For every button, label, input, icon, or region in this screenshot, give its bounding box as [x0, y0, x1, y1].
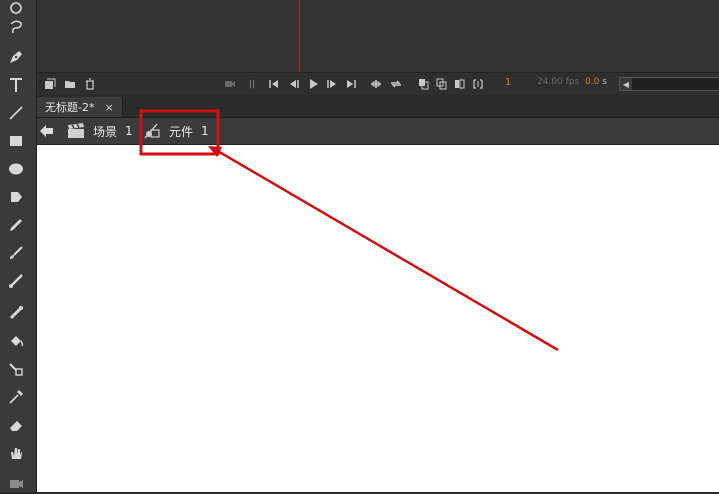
document-tab-title: 无标题-2*: [45, 101, 95, 114]
text-tool-icon[interactable]: [4, 74, 28, 96]
breadcrumb-symbol[interactable]: 元件 1: [143, 118, 209, 144]
playhead[interactable]: [299, 0, 300, 72]
new-folder-icon[interactable]: [63, 76, 77, 92]
loop-icon[interactable]: [389, 76, 403, 92]
camera-tool-icon[interactable]: [4, 472, 28, 494]
current-frame-readout[interactable]: 1: [505, 77, 511, 88]
modify-markers-icon[interactable]: [471, 76, 485, 92]
previous-frame-icon[interactable]: [287, 76, 301, 92]
oval-tool-icon[interactable]: [4, 158, 28, 180]
camera-icon[interactable]: [223, 76, 237, 92]
onion-outlines-icon[interactable]: [435, 76, 449, 92]
breadcrumb-scene[interactable]: 场景 1: [67, 118, 133, 144]
stage-canvas[interactable]: [37, 145, 719, 492]
polystar-tool-icon[interactable]: [4, 186, 28, 208]
width-tool-icon[interactable]: [4, 358, 28, 380]
frame-rate-readout[interactable]: 24.00 fps: [537, 77, 579, 87]
onion-skin-icon[interactable]: [417, 76, 431, 92]
eyedropper-tool-icon[interactable]: [4, 386, 28, 408]
graphic-symbol-icon: [144, 123, 160, 139]
timeline-controls: 1 24.00 fps 0.0 s ◀: [37, 72, 719, 96]
tools-panel: [0, 0, 37, 492]
line-tool-icon[interactable]: [4, 102, 28, 124]
timeline-horizontal-scrollbar[interactable]: ◀: [619, 77, 719, 91]
panel-divider-icon: [247, 76, 257, 92]
new-layer-icon[interactable]: [43, 76, 57, 92]
pencil-tool-icon[interactable]: [4, 214, 28, 236]
paint-bucket-tool-icon[interactable]: [4, 330, 28, 352]
play-icon[interactable]: [306, 76, 320, 92]
document-tab[interactable]: 无标题-2* ×: [37, 97, 123, 117]
next-frame-icon[interactable]: [325, 76, 339, 92]
document-tab-bar: 无标题-2* ×: [37, 95, 719, 118]
edit-bar: 场景 1 元件 1: [37, 118, 719, 145]
pen-tool-icon[interactable]: [4, 46, 28, 68]
last-frame-icon[interactable]: [344, 76, 358, 92]
bone-tool-icon[interactable]: [4, 302, 28, 324]
rectangle-tool-icon[interactable]: [4, 130, 28, 152]
breadcrumb-scene-label: 场景: [93, 124, 118, 139]
brush-tool-icon[interactable]: [4, 270, 28, 292]
elapsed-time-readout[interactable]: 0.0 s: [585, 77, 607, 87]
lasso-tool-icon[interactable]: [4, 16, 28, 38]
paint-brush-tool-icon[interactable]: [4, 242, 28, 264]
clapperboard-icon: [68, 123, 84, 138]
breadcrumb-symbol-number: 1: [201, 124, 209, 138]
delete-layer-icon[interactable]: [83, 76, 97, 92]
timeline-frames[interactable]: [37, 0, 719, 72]
eraser-tool-icon[interactable]: [4, 414, 28, 436]
breadcrumb-scene-number: 1: [125, 124, 133, 138]
breadcrumb-symbol-label: 元件: [169, 124, 194, 139]
edit-multiple-frames-icon[interactable]: [453, 76, 467, 92]
first-frame-icon[interactable]: [267, 76, 281, 92]
scroll-left-arrow-icon[interactable]: ◀: [620, 78, 632, 90]
hand-tool-icon[interactable]: [4, 442, 28, 464]
back-arrow-icon[interactable]: [39, 123, 55, 139]
elapsed-time-unit: s: [602, 77, 607, 87]
center-frame-icon[interactable]: [369, 76, 383, 92]
close-icon[interactable]: ×: [104, 101, 113, 114]
elapsed-time-value: 0.0: [585, 77, 600, 87]
